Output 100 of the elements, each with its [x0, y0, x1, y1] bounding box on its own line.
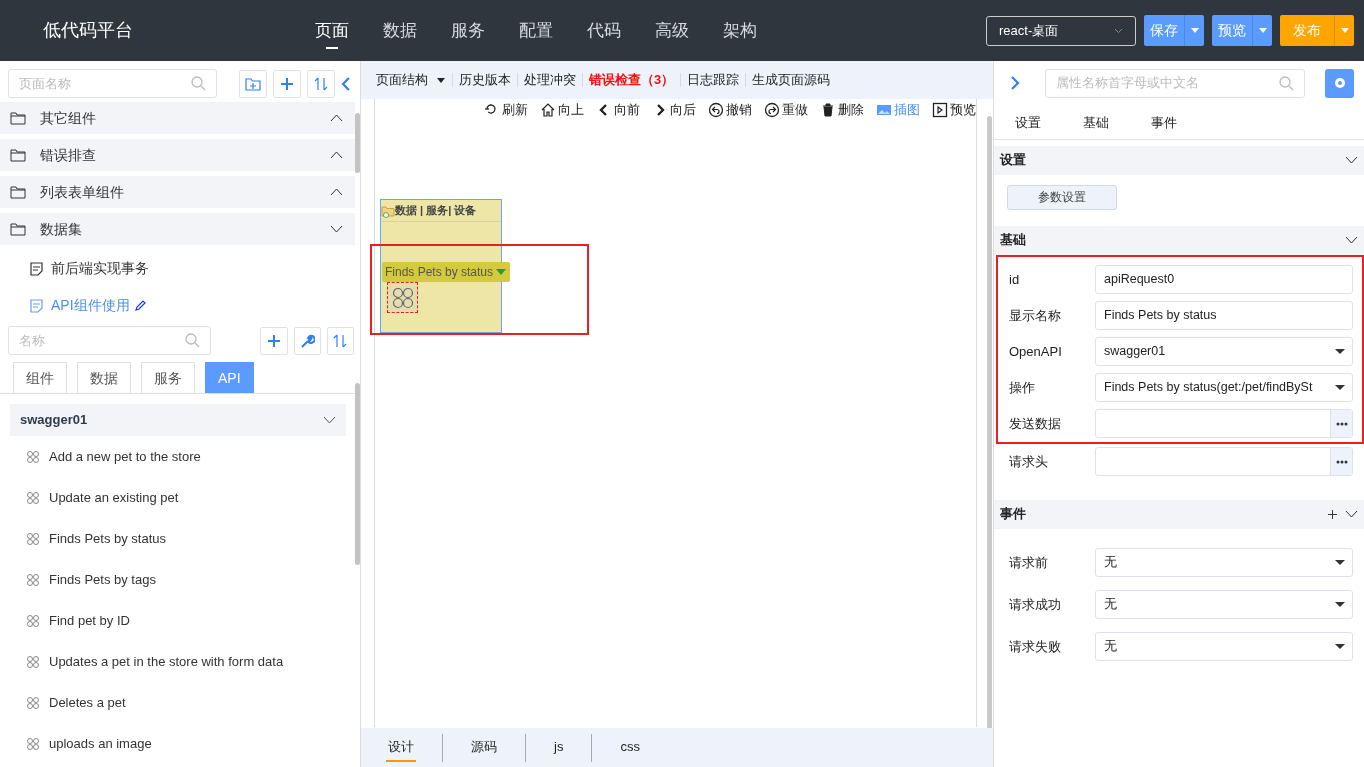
expand-right-icon[interactable] [1010, 75, 1020, 91]
nav-tab[interactable]: 高级 [638, 0, 706, 61]
tab[interactable]: 服务 [141, 362, 195, 393]
search-icon [185, 333, 201, 348]
caret-down-icon [1334, 601, 1346, 608]
settings-button[interactable]: 参数设置 [1007, 184, 1117, 210]
field-label: 显示名称 [1009, 306, 1062, 325]
framework-select[interactable]: react-桌面 [986, 15, 1136, 46]
toolbar-action[interactable]: 向后 [652, 100, 696, 120]
collapse-left-icon[interactable] [341, 75, 351, 92]
trash-icon [820, 101, 836, 118]
command-icon [26, 695, 40, 710]
folder-icon [10, 147, 26, 163]
folder-row[interactable]: 错误排查 [0, 139, 355, 171]
input-field[interactable]: apiRequest0 [1095, 265, 1353, 294]
component-label[interactable]: Finds Pets by status [382, 262, 511, 282]
operation-item[interactable]: Finds Pets by tags [0, 559, 351, 600]
toolbar-action[interactable]: 重做 [764, 100, 808, 120]
search-icon [191, 76, 206, 91]
nav-tab[interactable]: 架构 [706, 0, 774, 61]
toolbar-action[interactable]: 向前 [596, 100, 640, 120]
command-icon [26, 531, 40, 546]
toolbar-action[interactable]: 刷新 [484, 100, 528, 120]
select-field[interactable]: 无 [1095, 590, 1353, 619]
nav-tab[interactable]: 代码 [570, 0, 638, 61]
page-item[interactable]: 前后端实现事务 [0, 250, 360, 287]
chevron-down-icon [1114, 27, 1123, 34]
section-header[interactable]: 设置 [994, 145, 1364, 175]
new-folder-icon [245, 75, 261, 92]
select-field[interactable]: 无 [1095, 548, 1353, 577]
add-icon [279, 75, 295, 92]
operation-item[interactable]: Updates a pet in the store with form data [0, 641, 351, 682]
operation-item[interactable]: Add a new pet to the store [0, 436, 351, 477]
toolbar-action[interactable]: 预览 [932, 100, 976, 120]
caret-down-icon [1339, 27, 1350, 34]
more-icon[interactable] [1335, 459, 1348, 464]
tab[interactable]: 数据 [77, 362, 131, 393]
settings-icon [1332, 76, 1347, 90]
sort-icon [332, 332, 349, 349]
folder-row[interactable]: 数据集 [0, 213, 355, 245]
menu-item[interactable]: 错误检查（3） [583, 73, 682, 87]
sort-button[interactable] [326, 326, 355, 355]
caret-down-icon [436, 77, 446, 85]
sort-button[interactable] [307, 69, 335, 98]
folder-row[interactable]: 列表表单组件 [0, 176, 355, 208]
tab[interactable]: 事件 [1151, 113, 1177, 133]
input-field[interactable] [1095, 447, 1353, 476]
tab[interactable]: 设计 [386, 733, 443, 762]
input-field[interactable] [1095, 409, 1353, 438]
folder-icon [10, 221, 26, 237]
tab[interactable]: 基础 [1083, 113, 1109, 133]
nav-tab[interactable]: 页面 [298, 0, 366, 61]
play-icon [932, 101, 948, 118]
operation-item[interactable]: Finds Pets by status [0, 518, 351, 559]
nav-tab[interactable]: 服务 [434, 0, 502, 61]
section-header[interactable]: 基础 [994, 225, 1364, 255]
toolbar-action[interactable]: 删除 [820, 100, 864, 120]
page-icon [30, 298, 43, 313]
tab[interactable]: 源码 [469, 733, 526, 762]
wrench-button[interactable] [293, 326, 321, 355]
menu-item[interactable]: 处理冲突 [518, 73, 583, 87]
operation-item[interactable]: Update an existing pet [0, 477, 351, 518]
nav-tab[interactable]: 数据 [366, 0, 434, 61]
tab[interactable]: css [618, 733, 668, 762]
select-field[interactable]: swagger01 [1095, 337, 1353, 366]
select-field[interactable]: 无 [1095, 632, 1353, 661]
operation-item[interactable]: Deletes a pet [0, 682, 351, 723]
command-icon [26, 572, 40, 587]
caret-down-icon [1257, 27, 1268, 34]
tab[interactable]: js [552, 733, 593, 762]
settings-button[interactable] [1325, 68, 1354, 98]
toolbar-action[interactable]: 向上 [540, 100, 584, 120]
add-icon[interactable] [1328, 509, 1337, 519]
toolbar-action[interactable]: 插图 [876, 100, 920, 120]
page-icon [30, 261, 43, 276]
toolbar-action[interactable]: 撤销 [708, 100, 752, 120]
add-button[interactable] [260, 326, 288, 355]
menu-item[interactable]: 页面结构 [376, 73, 453, 87]
operation-item[interactable]: uploads an image [0, 723, 351, 764]
command-icon [391, 286, 414, 309]
group-header[interactable]: swagger01 [10, 404, 346, 436]
folder-row[interactable]: 其它组件 [0, 102, 355, 134]
select-field[interactable]: Finds Pets by status(get:/pet/findBySt [1095, 373, 1353, 402]
more-icon[interactable] [1335, 421, 1348, 426]
menu-item[interactable]: 历史版本 [453, 73, 518, 87]
search-icon [1279, 75, 1294, 91]
menu-item[interactable]: 生成页面源码 [746, 73, 837, 87]
add-button[interactable] [273, 69, 301, 98]
folder-icon [381, 203, 395, 218]
component-icon-box[interactable] [387, 282, 418, 313]
wrench-icon [299, 332, 316, 349]
tab[interactable]: 组件 [13, 362, 67, 393]
operation-item[interactable]: Find pet by ID [0, 600, 351, 641]
section-header[interactable]: 事件 [994, 499, 1364, 529]
field-label: 发送数据 [1009, 414, 1062, 433]
input-field[interactable]: Finds Pets by status [1095, 301, 1353, 330]
menu-item[interactable]: 日志跟踪 [681, 73, 747, 87]
new-folder-button[interactable] [239, 69, 267, 98]
tab[interactable]: 设置 [1015, 113, 1041, 133]
nav-tab[interactable]: 配置 [502, 0, 570, 61]
